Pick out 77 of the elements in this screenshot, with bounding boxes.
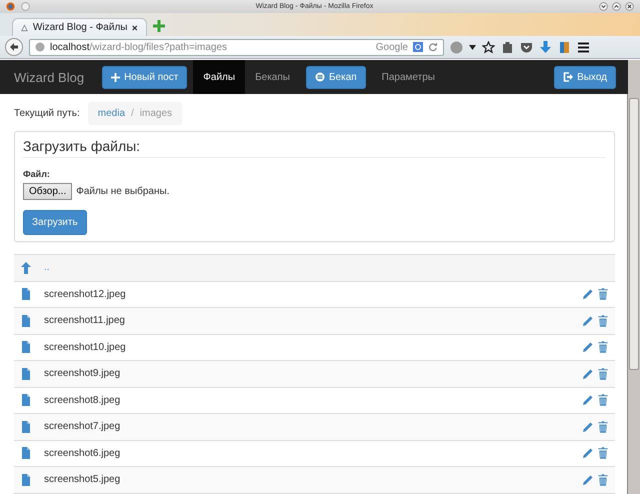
path-label: Текущий путь:	[14, 108, 80, 119]
nav-link[interactable]: Бекапы	[245, 60, 300, 94]
scrollbar[interactable]	[627, 94, 640, 494]
file-icon	[20, 314, 32, 327]
pencil-icon[interactable]	[582, 368, 594, 380]
logout-icon	[563, 72, 574, 82]
file-name[interactable]: screenshot8.jpeg	[44, 394, 120, 406]
file-name[interactable]: screenshot5.jpeg	[44, 474, 120, 486]
nav-button[interactable]: Бекап	[306, 66, 366, 88]
browse-button[interactable]: Обзор...	[23, 183, 72, 200]
file-name[interactable]: screenshot6.jpeg	[44, 448, 120, 459]
pencil-icon[interactable]	[582, 288, 594, 300]
address-field[interactable]: localhost/wizard-blog/files?path=images Google	[29, 38, 444, 56]
panel-title: Загрузить файлы:	[23, 138, 606, 158]
dropdown-icon[interactable]	[469, 44, 476, 50]
file-label: Файл:	[23, 169, 50, 179]
archive-icon	[314, 72, 325, 82]
back-button[interactable]	[5, 38, 23, 56]
breadcrumb-separator: /	[131, 108, 134, 119]
close-icon[interactable]	[625, 2, 634, 11]
close-icon[interactable]	[132, 24, 138, 32]
file-icon	[20, 474, 32, 486]
addon-icon[interactable]	[450, 40, 463, 54]
file-icon	[20, 447, 32, 460]
file-name[interactable]: screenshot7.jpeg	[44, 421, 120, 432]
file-row[interactable]: screenshot7.jpeg	[14, 414, 615, 440]
trash-icon[interactable]	[597, 474, 609, 486]
nav-link[interactable]: Параметры	[372, 60, 445, 94]
nav-button[interactable]: Новый пост	[102, 66, 188, 88]
file-icon	[20, 420, 32, 433]
nav-link[interactable]: Файлы	[193, 60, 246, 94]
reload-icon[interactable]	[428, 42, 438, 52]
file-name[interactable]: screenshot9.jpeg	[44, 368, 120, 380]
file-name[interactable]: screenshot11.jpeg	[44, 315, 125, 326]
pencil-icon[interactable]	[582, 447, 594, 460]
trash-icon[interactable]	[597, 314, 609, 327]
search-engine-label: Google	[376, 42, 408, 52]
plus-icon	[111, 72, 120, 82]
minimize-icon[interactable]	[599, 2, 608, 11]
pencil-icon[interactable]	[582, 474, 594, 486]
browser-tab[interactable]: Wizard Blog - Файлы	[12, 18, 147, 36]
file-icon	[20, 288, 32, 300]
trash-icon[interactable]	[597, 368, 609, 380]
new-tab-icon[interactable]	[153, 20, 165, 32]
file-icon	[20, 368, 32, 380]
menu-icon[interactable]	[577, 40, 590, 54]
firefox-logo-icon	[6, 2, 15, 11]
file-name[interactable]: screenshot12.jpeg	[44, 288, 126, 300]
window-menu-icon[interactable]	[21, 2, 30, 11]
maximize-icon[interactable]	[612, 2, 621, 11]
bookmark-star-icon[interactable]	[482, 40, 495, 54]
logout-button[interactable]: Выход	[554, 66, 616, 88]
page-icon	[21, 22, 28, 32]
brand-link[interactable]: Wizard Blog	[14, 70, 84, 84]
trash-icon[interactable]	[597, 341, 609, 354]
file-row[interactable]: screenshot9.jpeg	[14, 361, 615, 388]
pencil-icon[interactable]	[582, 314, 594, 327]
up-arrow-icon	[20, 262, 32, 274]
search-engine-icon[interactable]	[413, 42, 423, 52]
file-name[interactable]: screenshot10.jpeg	[44, 342, 126, 353]
clipboard-icon[interactable]	[501, 40, 514, 54]
trash-icon[interactable]	[597, 288, 609, 300]
file-icon	[20, 341, 32, 354]
trash-icon[interactable]	[597, 394, 609, 406]
file-status: Файлы не выбраны.	[76, 186, 170, 197]
file-icon	[20, 394, 32, 406]
pocket-icon[interactable]	[520, 40, 533, 54]
pencil-icon[interactable]	[582, 341, 594, 354]
pencil-icon[interactable]	[582, 420, 594, 433]
download-icon[interactable]	[539, 40, 552, 54]
file-row[interactable]: screenshot5.jpeg	[14, 467, 615, 494]
trash-icon[interactable]	[597, 420, 609, 433]
pencil-icon[interactable]	[582, 394, 594, 406]
back-arrow-icon	[9, 42, 19, 52]
upload-button[interactable]: Загрузить	[23, 210, 87, 235]
file-row[interactable]: screenshot11.jpeg	[14, 308, 615, 334]
trash-icon[interactable]	[597, 447, 609, 460]
